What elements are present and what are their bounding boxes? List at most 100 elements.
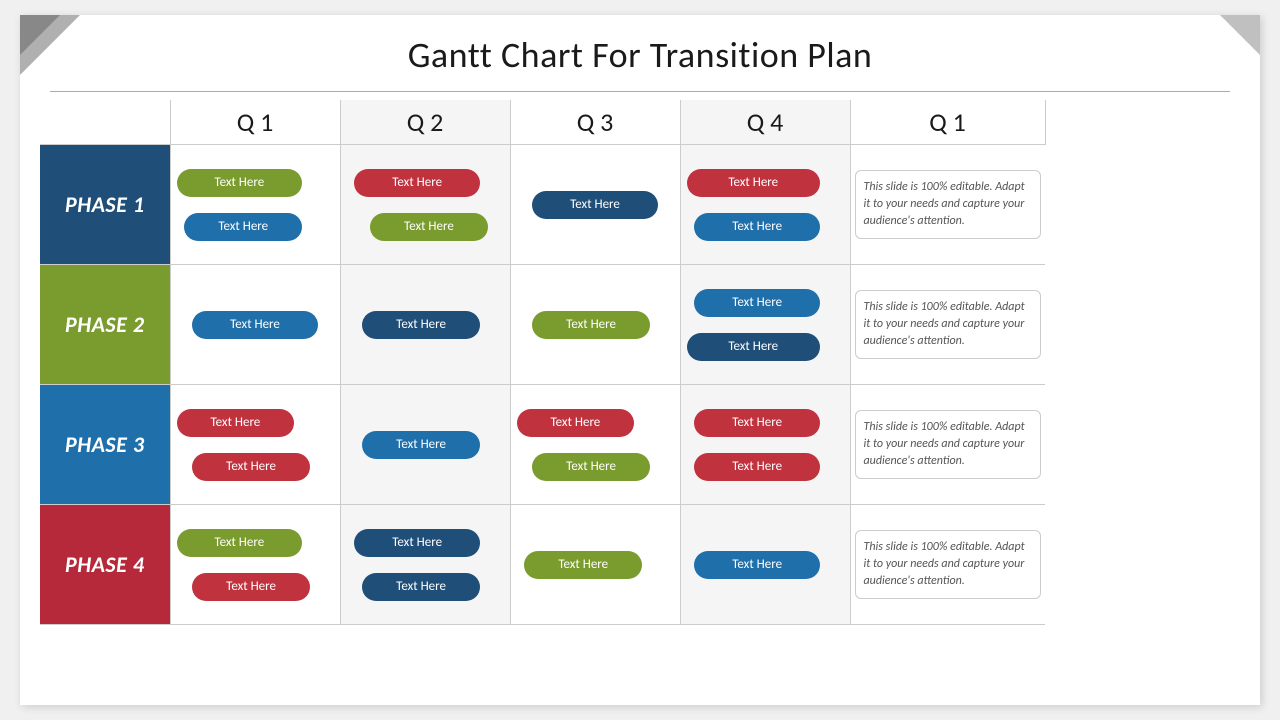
q4-header: Q 4 (680, 100, 850, 145)
bar-row: Text Here (177, 524, 334, 562)
bar: Text Here (354, 169, 480, 197)
bar: Text Here (694, 551, 820, 579)
bar-row: Text Here (517, 306, 674, 344)
phase-2-q2-cell: Text Here (340, 265, 510, 385)
phase-2-q4-bars: Text Here Text Here (685, 280, 846, 370)
phase-4-row: PHASE 4Text HereText HereText HereText H… (40, 505, 1240, 625)
bar-row: Text Here (687, 546, 844, 584)
phase-1-q3-cell: Text Here (510, 145, 680, 265)
notes-box: This slide is 100% editable. Adapt it to… (855, 410, 1042, 478)
bar-row: Text Here (687, 404, 844, 442)
phase-4-label: PHASE 4 (40, 505, 170, 625)
phase-1-q3-bars: Text Here (515, 182, 676, 228)
bar: Text Here (184, 213, 302, 241)
notes-header (1045, 100, 1240, 145)
bar: Text Here (192, 573, 310, 601)
bar: Text Here (354, 529, 480, 557)
phase-2-q2-bars: Text Here (345, 302, 506, 348)
bar: Text Here (532, 311, 650, 339)
notes-box: This slide is 100% editable. Adapt it to… (855, 530, 1042, 598)
bar: Text Here (687, 333, 820, 361)
phase-2-q4-cell: Text Here Text Here (680, 265, 850, 385)
bar-row: Text Here (177, 568, 334, 606)
phase-1-q4-cell: Text Here Text Here (680, 145, 850, 265)
phase-2-q1-cell: Text Here (170, 265, 340, 385)
phase-2-row: PHASE 2Text HereText HereText HereText H… (40, 265, 1240, 385)
slide: Gantt Chart For Transition Plan Q 1 Q 2 … (20, 15, 1260, 705)
bar: Text Here (694, 213, 820, 241)
phase-4-q1-bars: Text Here Text Here (175, 520, 336, 610)
bar: Text Here (362, 431, 480, 459)
phase-3-q3-bars: Text Here Text Here (515, 400, 676, 490)
bar: Text Here (362, 311, 480, 339)
bar: Text Here (524, 551, 642, 579)
title-divider (50, 91, 1230, 92)
bar: Text Here (694, 453, 820, 481)
corner-deco-tl (20, 15, 80, 75)
bar: Text Here (517, 409, 635, 437)
bar: Text Here (192, 311, 318, 339)
bar-row: Text Here (347, 306, 504, 344)
phase-3-q2-bars: Text Here (345, 422, 506, 468)
phase-3-q4-bars: Text Here Text Here (685, 400, 846, 490)
bar-row: Text Here (177, 306, 334, 344)
phase-4-q3-cell: Text Here (510, 505, 680, 625)
notes-box: This slide is 100% editable. Adapt it to… (855, 170, 1042, 238)
bar-row: Text Here (687, 208, 844, 246)
bar: Text Here (177, 169, 303, 197)
phase-3-q4-cell: Text Here Text Here (680, 385, 850, 505)
bar-row: Text Here (347, 208, 504, 246)
page-title: Gantt Chart For Transition Plan (20, 33, 1260, 77)
corner-deco-tr (1220, 15, 1260, 55)
phase-1-row: PHASE 1Text HereText HereText HereText H… (40, 145, 1240, 265)
phase-2-q3-bars: Text Here (515, 302, 676, 348)
q2-header: Q 2 (340, 100, 510, 145)
phase-4-q1-cell: Text Here Text Here (170, 505, 340, 625)
phase-4-q4-cell: Text Here (680, 505, 850, 625)
phase-2-notes: This slide is 100% editable. Adapt it to… (850, 265, 1045, 385)
chart-wrapper: Q 1 Q 2 Q 3 Q 4 Q 1 PHASE 1Text HereText… (40, 100, 1240, 625)
title-area: Gantt Chart For Transition Plan (20, 15, 1260, 87)
phase-1-q2-cell: Text Here Text Here (340, 145, 510, 265)
phase-3-label: PHASE 3 (40, 385, 170, 505)
bar-row: Text Here (177, 404, 334, 442)
bar-row: Text Here (687, 448, 844, 486)
phase-3-notes: This slide is 100% editable. Adapt it to… (850, 385, 1045, 505)
bar-row: Text Here (517, 404, 674, 442)
bar-row: Text Here (347, 524, 504, 562)
phase-4-q2-bars: Text Here Text Here (345, 520, 506, 610)
bar-row: Text Here (347, 568, 504, 606)
phase-2-q3-cell: Text Here (510, 265, 680, 385)
bar-row: Text Here (347, 426, 504, 464)
bar: Text Here (177, 529, 303, 557)
phase-4-q4-bars: Text Here (685, 542, 846, 588)
phase-4-q2-cell: Text Here Text Here (340, 505, 510, 625)
header-row: Q 1 Q 2 Q 3 Q 4 Q 1 (40, 100, 1240, 145)
gantt-table: Q 1 Q 2 Q 3 Q 4 Q 1 PHASE 1Text HereText… (40, 100, 1240, 625)
phase-1-label: PHASE 1 (40, 145, 170, 265)
bar-row: Text Here (177, 448, 334, 486)
bar: Text Here (532, 191, 658, 219)
phase-1-q2-bars: Text Here Text Here (345, 160, 506, 250)
phase-2-q1-bars: Text Here (175, 302, 336, 348)
phase-3-q2-cell: Text Here (340, 385, 510, 505)
bar: Text Here (192, 453, 310, 481)
phase-1-q4-bars: Text Here Text Here (685, 160, 846, 250)
phase-4-q3-bars: Text Here (515, 542, 676, 588)
bar-row: Text Here (687, 284, 844, 322)
bar-row: Text Here (347, 164, 504, 202)
q1-next-header: Q 1 (850, 100, 1045, 145)
q3-header: Q 3 (510, 100, 680, 145)
bar: Text Here (532, 453, 650, 481)
bar: Text Here (370, 213, 488, 241)
bar: Text Here (362, 573, 480, 601)
bar: Text Here (177, 409, 295, 437)
bar-row: Text Here (687, 164, 844, 202)
bar: Text Here (687, 169, 820, 197)
bar-row: Text Here (687, 328, 844, 366)
bar: Text Here (694, 289, 820, 317)
phase-1-notes: This slide is 100% editable. Adapt it to… (850, 145, 1045, 265)
phase-3-row: PHASE 3Text HereText HereText HereText H… (40, 385, 1240, 505)
bar: Text Here (694, 409, 820, 437)
phase-1-q1-cell: Text Here Text Here (170, 145, 340, 265)
